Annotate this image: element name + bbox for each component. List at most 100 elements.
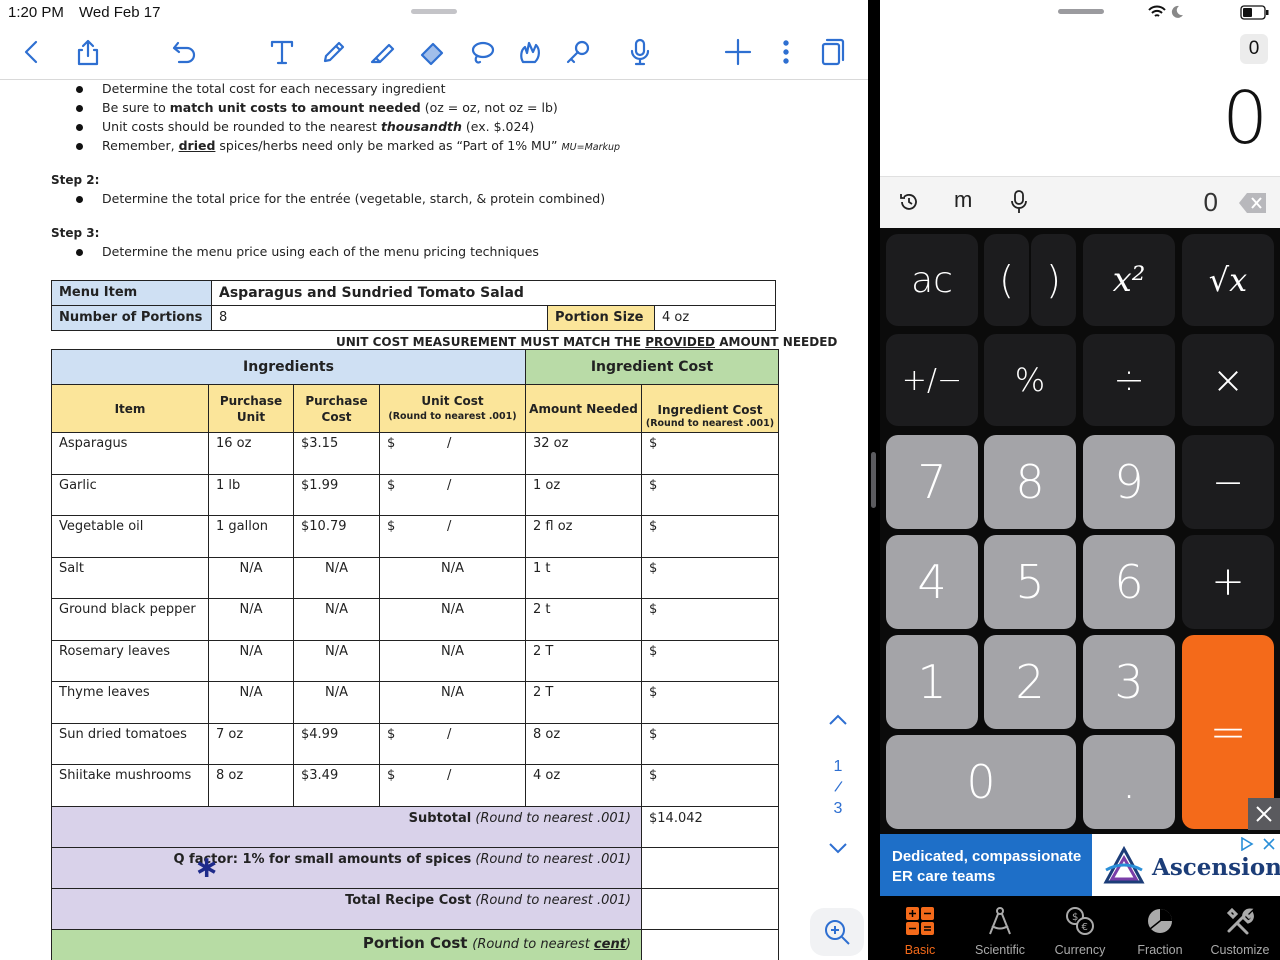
subtotal-label: Subtotal (Round to nearest .001) — [51, 805, 642, 848]
portion-size-value: 4 oz — [654, 305, 776, 331]
multitask-grabber[interactable] — [1058, 9, 1104, 14]
microphone-icon[interactable] — [622, 34, 658, 70]
cell-ingredient-cost: $ — [641, 764, 779, 807]
add-icon[interactable] — [720, 34, 756, 70]
cell-amount-needed: 8 oz — [525, 722, 642, 765]
cell-purchase-unit: 16 oz — [208, 432, 294, 475]
battery-icon — [1240, 5, 1269, 20]
digit-5-button[interactable]: 5 — [984, 535, 1076, 629]
split-view-divider[interactable] — [868, 0, 880, 960]
calculator-display: 0 — [1222, 76, 1268, 160]
cell-ingredient-cost: $ — [641, 556, 779, 599]
cell-item: Sun dried tomatoes — [51, 722, 209, 765]
cell-purchase-unit: 7 oz — [208, 722, 294, 765]
digit-4-button[interactable]: 4 — [886, 535, 978, 629]
digit-9-button[interactable]: 9 — [1083, 435, 1175, 529]
percent-button[interactable]: % — [984, 334, 1076, 426]
table-row: Asparagus 16 oz $3.15 $/32 oz $ — [51, 432, 779, 475]
plus-button[interactable]: + — [1182, 535, 1274, 629]
portion-size-label: Portion Size — [547, 305, 655, 331]
share-icon[interactable] — [70, 34, 106, 70]
wifi-icon — [1148, 5, 1166, 17]
table-row: Garlic 1 lb $1.99 $/1 oz $ — [51, 473, 779, 516]
more-icon[interactable] — [768, 34, 804, 70]
cell-purchase-cost: $3.49 — [293, 764, 380, 807]
pen-icon[interactable] — [316, 34, 352, 70]
backspace-icon[interactable] — [1238, 192, 1268, 214]
portions-value: 8 — [211, 305, 548, 331]
multitask-grabber[interactable] — [411, 9, 457, 14]
text-tool-icon[interactable] — [264, 34, 300, 70]
ascension-logo — [1103, 846, 1145, 884]
decimal-button[interactable]: . — [1083, 735, 1175, 829]
tab-basic[interactable]: Basic — [880, 896, 960, 960]
eraser-icon[interactable] — [414, 34, 450, 70]
table-row: Salt N/A N/A N/A 1 t $ — [51, 556, 779, 599]
highlighter-icon[interactable] — [364, 34, 400, 70]
col-ingredient-cost: Ingredient Cost (Round to nearest .001) — [641, 384, 779, 433]
tab-customize[interactable]: Customize — [1200, 896, 1280, 960]
table-row: Sun dried tomatoes 7 oz $4.99 $/8 oz $ — [51, 722, 779, 765]
star-annotation: ∗ — [194, 849, 220, 885]
plus-minus-button[interactable]: +/− — [886, 334, 978, 426]
ad-banner[interactable]: Dedicated, compassionate ER care teams As… — [880, 798, 1280, 896]
adchoices-icon[interactable] — [1240, 837, 1254, 851]
lasso-icon[interactable] — [464, 34, 500, 70]
history-icon[interactable] — [898, 191, 920, 213]
table-row: Thyme leaves N/A N/A N/A 2 T $ — [51, 681, 779, 724]
notes-toolbar — [0, 26, 868, 80]
digit-2-button[interactable]: 2 — [984, 635, 1076, 729]
ingredients-table: Ingredients Ingredient Cost Item Purchas… — [51, 349, 779, 960]
memory-key[interactable]: m — [954, 187, 972, 213]
undo-icon[interactable] — [166, 34, 202, 70]
cell-purchase-unit: 8 oz — [208, 764, 294, 807]
cell-ingredient-cost: $ — [641, 432, 779, 475]
back-icon[interactable] — [14, 34, 50, 70]
tab-fraction[interactable]: Fraction — [1120, 896, 1200, 960]
divide-button[interactable]: ÷ — [1083, 334, 1175, 426]
pages-icon[interactable] — [815, 34, 851, 70]
calculator-display-area: 0 0 — [880, 0, 1280, 176]
cell-item: Asparagus — [51, 432, 209, 475]
cell-ingredient-cost: $ — [641, 681, 779, 724]
next-page-icon[interactable] — [820, 842, 856, 861]
cell-purchase-cost: $4.99 — [293, 722, 380, 765]
laser-pointer-icon[interactable] — [560, 34, 596, 70]
memory-indicator: 0 — [1240, 34, 1268, 64]
cell-ingredient-cost: $ — [641, 639, 779, 682]
clear-button[interactable]: ac — [886, 234, 978, 326]
step-3-label: Step 3: — [51, 226, 100, 240]
history-value: 0 — [1203, 187, 1218, 217]
digit-6-button[interactable]: 6 — [1083, 535, 1175, 629]
cell-ingredient-cost: $ — [641, 515, 779, 558]
split-handle[interactable] — [871, 452, 876, 508]
open-paren-button[interactable]: ( — [984, 234, 1029, 326]
close-ad-icon[interactable] — [1248, 798, 1280, 830]
cell-unit-cost: $ / — [379, 515, 526, 558]
sqrt-button[interactable]: √x — [1182, 234, 1274, 326]
cell-purchase-cost: N/A — [293, 681, 380, 724]
minus-button[interactable]: − — [1182, 435, 1274, 529]
currency-exchange-icon: $ € — [1066, 907, 1094, 935]
digit-1-button[interactable]: 1 — [886, 635, 978, 729]
cell-ingredient-cost: $ — [641, 598, 779, 641]
close-paren-button[interactable]: ) — [1031, 234, 1076, 326]
digit-0-button[interactable]: 0 — [886, 735, 1076, 829]
ad-dismiss-icon[interactable] — [1262, 837, 1276, 851]
menu-info-table: Menu Item Asparagus and Sundried Tomato … — [51, 280, 776, 331]
table-row: Shiitake mushrooms 8 oz $3.49 $/4 oz $ — [51, 764, 779, 807]
tab-scientific[interactable]: Scientific — [960, 896, 1040, 960]
digit-7-button[interactable]: 7 — [886, 435, 978, 529]
shapes-icon[interactable] — [512, 34, 548, 70]
digit-3-button[interactable]: 3 — [1083, 635, 1175, 729]
digit-8-button[interactable]: 8 — [984, 435, 1076, 529]
square-button[interactable]: x² — [1083, 234, 1175, 326]
svg-text:$: $ — [1072, 912, 1078, 923]
tab-currency[interactable]: $ € Currency — [1040, 896, 1120, 960]
multiply-button[interactable]: × — [1182, 334, 1274, 426]
ad-text: Dedicated, compassionate ER care teams — [880, 834, 1092, 896]
prev-page-icon[interactable] — [820, 712, 856, 731]
moon-icon — [1171, 5, 1183, 18]
voice-input-icon[interactable] — [1010, 190, 1028, 214]
zoom-in-icon[interactable] — [810, 908, 864, 956]
